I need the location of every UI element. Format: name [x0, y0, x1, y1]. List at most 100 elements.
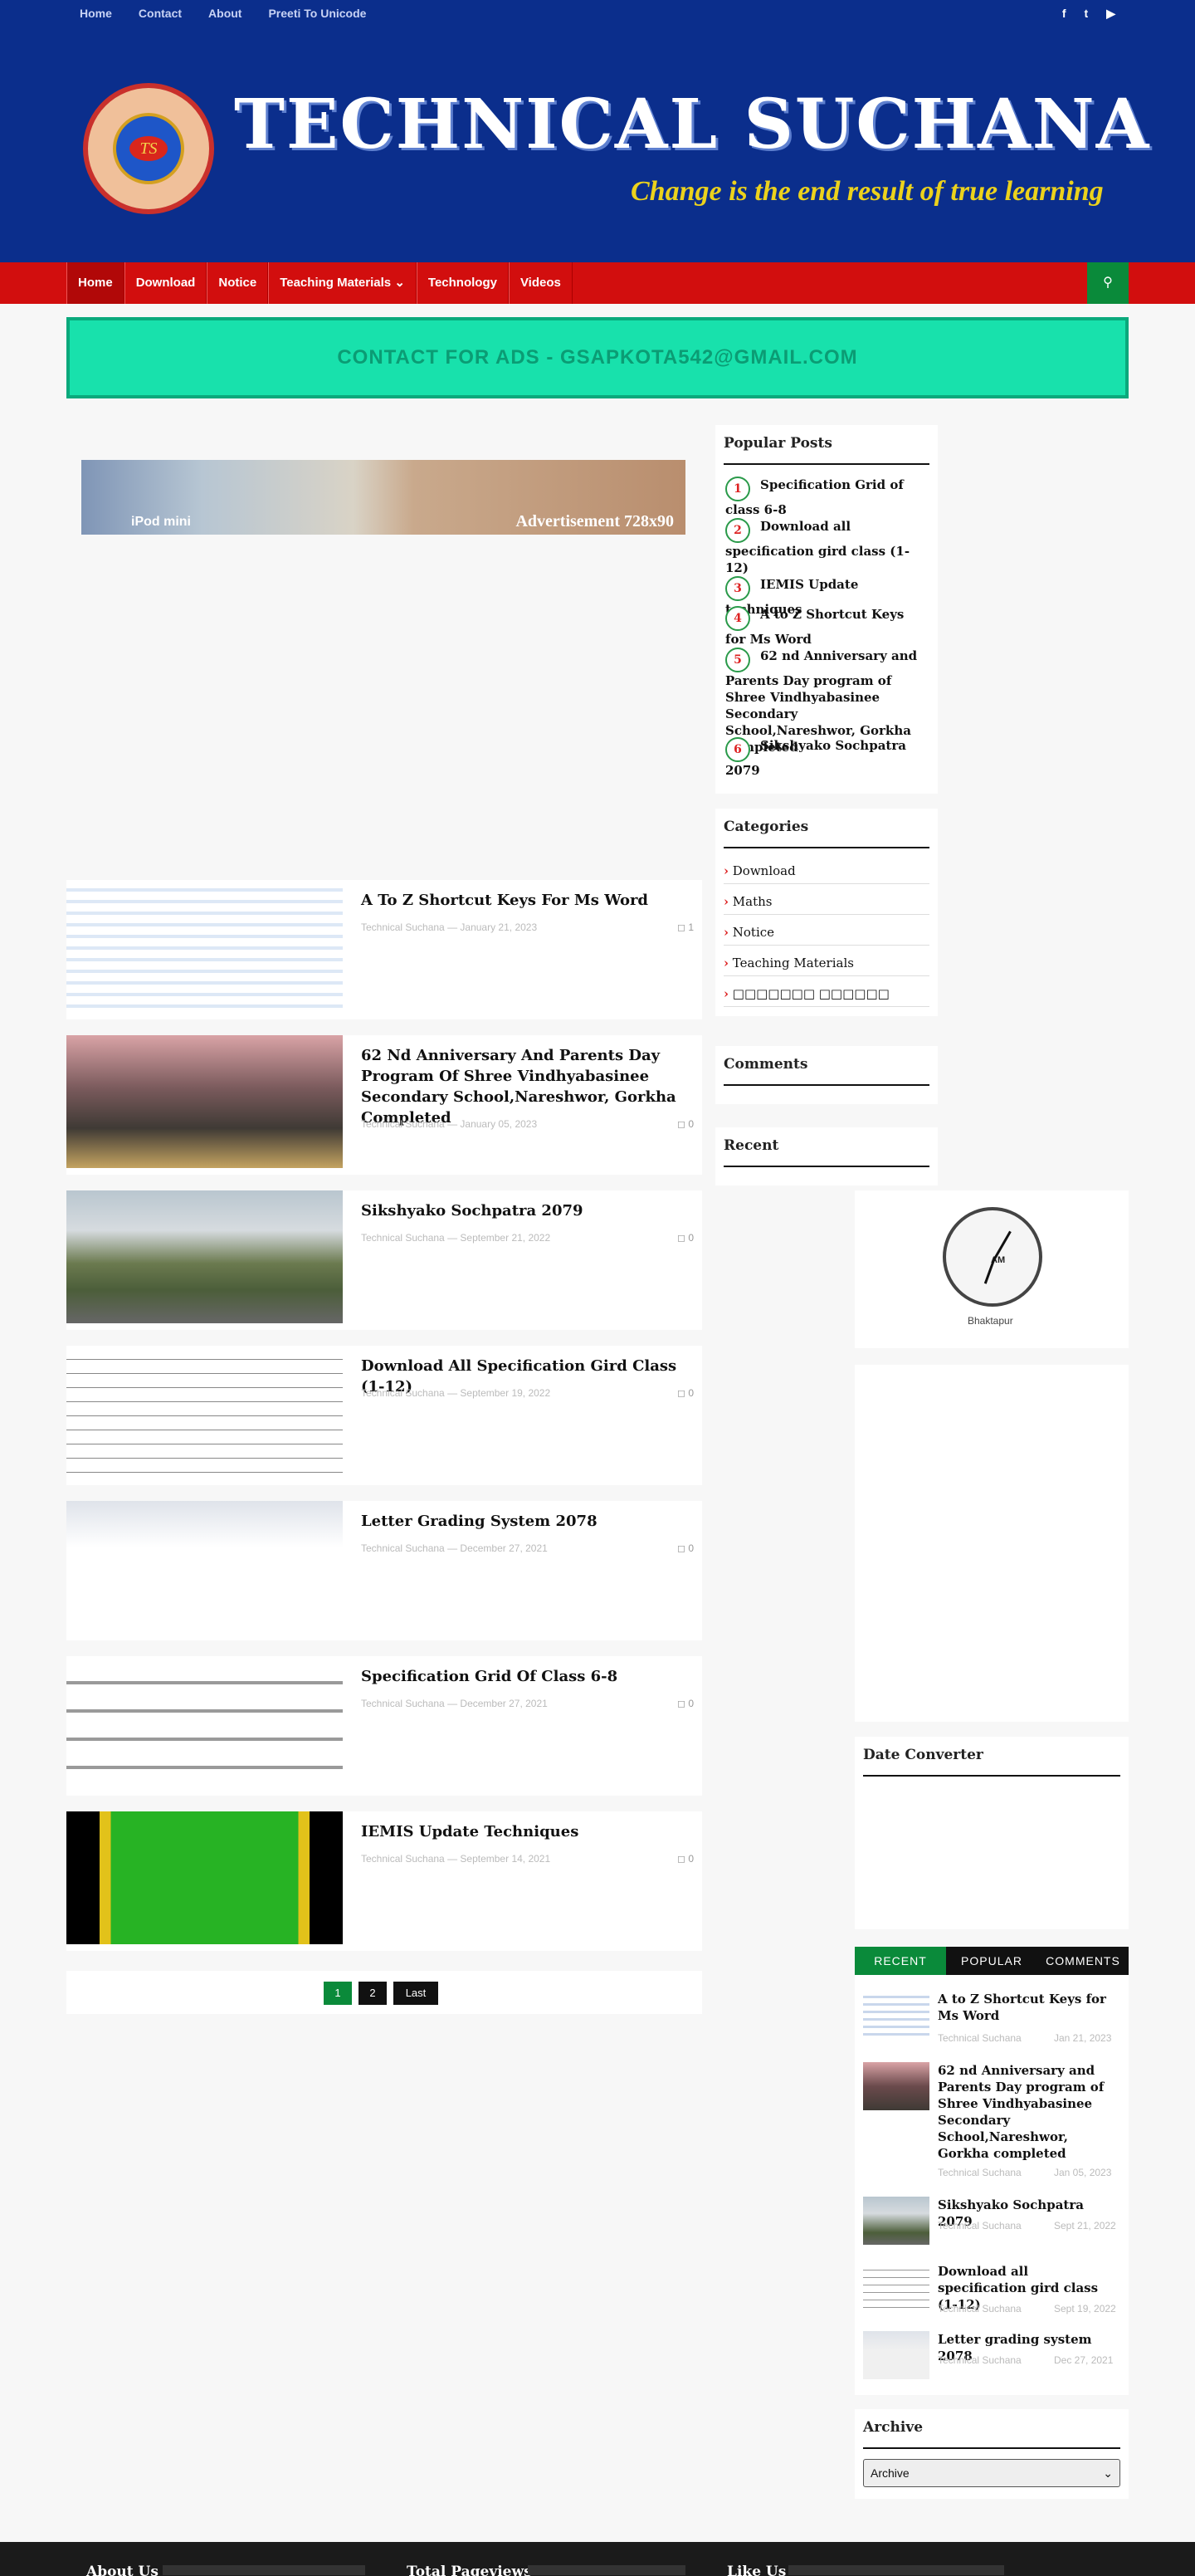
post-thumbnail[interactable] [66, 1501, 343, 1634]
recent-post-item[interactable]: Download all specification gird class (1… [863, 2263, 1120, 2321]
post-meta: Technical Suchana — September 19, 2022 [361, 1387, 551, 1399]
chevron-down-icon: ⌄ [394, 276, 405, 290]
post-comment-count: 0 [688, 1698, 694, 1709]
site-title[interactable]: TECHNICAL SUCHANA [234, 85, 1150, 164]
date-converter-widget: Date Converter [855, 1737, 1129, 1929]
post-comments[interactable]: ◻ 0 [677, 1853, 694, 1865]
popular-rank: 2 [725, 518, 750, 543]
recent-post-item[interactable]: Sikshyako Sochpatra 2079 Technical Sucha… [863, 2197, 1120, 2255]
top-link-about[interactable]: About [208, 7, 241, 20]
post-date: September 21, 2022 [460, 1232, 551, 1244]
recent-post-item[interactable]: A to Z Shortcut Keys for Ms Word Technic… [863, 1991, 1120, 2049]
top-link-preeti[interactable]: Preeti To Unicode [268, 7, 366, 20]
post-meta: Technical Suchana — December 27, 2021 [361, 1542, 548, 1554]
advertisement-image[interactable]: iPod mini Advertisement 728x90 [81, 460, 685, 535]
post-date: September 14, 2021 [460, 1853, 551, 1865]
blank-widget [855, 1365, 1129, 1722]
post-comments[interactable]: ◻ 0 [677, 1232, 694, 1244]
category-item[interactable]: › Teaching Materials [724, 956, 929, 976]
post-title[interactable]: A To Z Shortcut Keys For Ms Word [361, 890, 693, 911]
page-1-button[interactable]: 1 [324, 1982, 352, 2005]
post-author: Technical Suchana [361, 1698, 445, 1709]
category-item[interactable]: › Notice [724, 925, 929, 946]
post-thumbnail[interactable] [66, 1190, 343, 1323]
footer-like-title: Like Us [727, 2564, 787, 2576]
archive-selected-value: Archive [871, 2466, 910, 2480]
popular-post-item[interactable]: 1 Specification Grid of class 6-8 [725, 477, 924, 518]
recent-thumbnail[interactable] [863, 2331, 929, 2379]
post-title[interactable]: 62 Nd Anniversary And Parents Day Progra… [361, 1045, 693, 1128]
post-title[interactable]: Letter Grading System 2078 [361, 1511, 693, 1532]
popular-posts-title: Popular Posts [724, 435, 929, 465]
recent-thumbnail[interactable] [863, 2197, 929, 2245]
recent-post-item[interactable]: 62 nd Anniversary and Parents Day progra… [863, 2062, 1120, 2178]
recent-post-title[interactable]: A to Z Shortcut Keys for Ms Word [938, 1991, 1120, 2024]
post-comments[interactable]: ◻ 0 [677, 1542, 694, 1554]
nav-home[interactable]: Home [66, 262, 124, 304]
popular-post-item[interactable]: 6 Sikshyako Sochpatra 2079 [725, 737, 924, 779]
recent-thumbnail[interactable] [863, 2062, 929, 2110]
post-author: Technical Suchana [361, 1542, 445, 1554]
post-title[interactable]: IEMIS Update Techniques [361, 1821, 693, 1842]
post-comments[interactable]: ◻ 1 [677, 921, 694, 933]
popular-post-item[interactable]: 2 Download all specification gird class (… [725, 518, 924, 576]
site-logo[interactable]: TS [83, 83, 214, 214]
recent-post-author: Technical Suchana [938, 2220, 1022, 2231]
category-item[interactable]: › Download [724, 863, 929, 884]
recent-post-title[interactable]: 62 nd Anniversary and Parents Day progra… [938, 2062, 1120, 2162]
post-title[interactable]: Specification Grid Of Class 6-8 [361, 1666, 693, 1687]
footer-title-bar [528, 2565, 685, 2575]
top-link-home[interactable]: Home [80, 7, 112, 20]
post-card: IEMIS Update Techniques Technical Suchan… [66, 1811, 702, 1951]
social-links: f t ▶ [1062, 7, 1115, 21]
page-last-button[interactable]: Last [393, 1982, 438, 2005]
post-thumbnail[interactable] [66, 1035, 343, 1168]
post-thumbnail[interactable] [66, 1811, 343, 1944]
popular-post-title: Download all specification gird class (1… [725, 519, 910, 575]
recent-thumbnail[interactable] [863, 1991, 929, 2039]
chevron-down-icon: ⌄ [1103, 2466, 1113, 2480]
nav-download[interactable]: Download [124, 262, 207, 304]
nav-teaching-materials[interactable]: Teaching Materials ⌄ [268, 262, 417, 304]
page-2-button[interactable]: 2 [358, 1982, 387, 2005]
category-item[interactable]: › □□□□□□□ □□□□□□ [724, 986, 929, 1007]
post-card: Sikshyako Sochpatra 2079 Technical Sucha… [66, 1190, 702, 1330]
post-card: 62 Nd Anniversary And Parents Day Progra… [66, 1035, 702, 1175]
youtube-icon[interactable]: ▶ [1106, 7, 1115, 21]
post-comments[interactable]: ◻ 0 [677, 1698, 694, 1709]
post-title[interactable]: Sikshyako Sochpatra 2079 [361, 1200, 693, 1221]
clock-label: Bhaktapur [968, 1315, 1013, 1327]
recent-post-author: Technical Suchana [938, 2354, 1022, 2366]
recent-post-date: Sept 21, 2022 [1054, 2220, 1116, 2231]
post-card: Specification Grid Of Class 6-8 Technica… [66, 1656, 702, 1796]
archive-select[interactable]: Archive ⌄ [863, 2459, 1120, 2487]
twitter-icon[interactable]: t [1085, 7, 1089, 21]
tab-recent[interactable]: RECENT [855, 1947, 946, 1975]
tab-popular[interactable]: POPULAR [946, 1947, 1037, 1975]
popular-post-item[interactable]: 4A to Z Shortcut Keys for Ms Word [725, 606, 924, 648]
recent-post-item[interactable]: Letter grading system 2078 Technical Suc… [863, 2331, 1120, 2389]
recent-post-author: Technical Suchana [938, 2032, 1022, 2044]
nav-notice[interactable]: Notice [207, 262, 269, 304]
post-comments[interactable]: ◻ 0 [677, 1118, 694, 1130]
footer-title-bar [788, 2565, 1004, 2575]
post-thumbnail[interactable] [66, 880, 343, 1013]
facebook-icon[interactable]: f [1062, 7, 1066, 21]
recent-post-date: Sept 19, 2022 [1054, 2303, 1116, 2314]
post-comments[interactable]: ◻ 0 [677, 1387, 694, 1399]
popular-rank: 3 [725, 576, 750, 601]
category-item[interactable]: › Maths [724, 894, 929, 915]
comment-icon: ◻ [677, 921, 689, 933]
top-link-contact[interactable]: Contact [139, 7, 182, 20]
comment-icon: ◻ [677, 1387, 689, 1399]
post-thumbnail[interactable] [66, 1346, 343, 1479]
post-author: Technical Suchana [361, 921, 445, 933]
popular-post-title: Sikshyako Sochpatra 2079 [725, 738, 906, 778]
post-thumbnail[interactable] [66, 1656, 343, 1789]
nav-technology[interactable]: Technology [416, 262, 509, 304]
post-date: January 05, 2023 [460, 1118, 538, 1130]
recent-thumbnail[interactable] [863, 2263, 929, 2311]
search-button[interactable]: ⚲ [1087, 262, 1129, 304]
nav-videos[interactable]: Videos [508, 262, 573, 304]
tab-comments[interactable]: COMMENTS [1037, 1947, 1129, 1975]
